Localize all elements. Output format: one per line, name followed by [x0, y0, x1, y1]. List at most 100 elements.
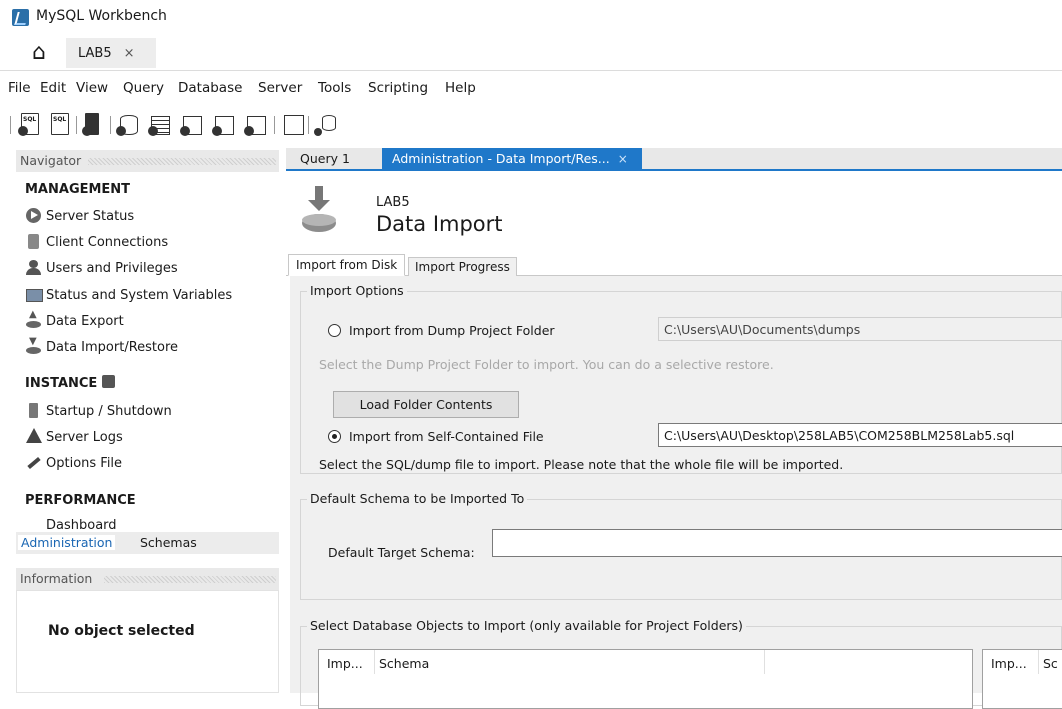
data-import-icon [26, 336, 41, 354]
nav-server-logs[interactable]: Server Logs [26, 426, 123, 448]
default-target-schema-label: Default Target Schema: [328, 545, 475, 560]
self-contained-file-radio[interactable] [328, 430, 341, 443]
client-connections-icon [28, 234, 39, 249]
schema-list-grid[interactable]: Imp... Schema [318, 649, 973, 709]
menu-database[interactable]: Database [178, 80, 242, 96]
nav-status-system-variables[interactable]: Status and System Variables [26, 284, 232, 306]
new-sql-tab-icon[interactable]: SQL [18, 111, 42, 137]
schema-objects-grid[interactable]: Imp... Sc [982, 649, 1062, 709]
header-grip [88, 158, 276, 165]
menu-help[interactable]: Help [445, 80, 476, 96]
navigator-header: Navigator [16, 150, 279, 172]
search-table-data-icon[interactable] [280, 111, 304, 137]
column-header-import[interactable]: Imp... [327, 656, 363, 671]
tab-administration-data-import[interactable]: Administration - Data Import/Res... × [382, 148, 642, 169]
mysql-workbench-logo-icon [12, 9, 29, 26]
startup-icon [29, 403, 38, 418]
menu-tools[interactable]: Tools [318, 80, 351, 96]
menu-file[interactable]: File [8, 80, 31, 96]
warning-icon [26, 428, 42, 443]
monitor-icon [26, 289, 43, 302]
column-header-schema[interactable]: Schema [379, 656, 429, 671]
instance-icon [102, 375, 116, 388]
menu-edit[interactable]: Edit [40, 80, 66, 96]
window-title-bar: MySQL Workbench [0, 0, 1062, 36]
open-inspector-icon[interactable] [82, 111, 106, 137]
tab-administration[interactable]: Administration [18, 535, 116, 550]
menu-query[interactable]: Query [123, 80, 164, 96]
information-panel: No object selected [16, 590, 279, 693]
document-tab-bar: Query 1 Administration - Data Import/Res… [286, 148, 1062, 171]
create-view-icon[interactable] [180, 111, 204, 137]
nav-server-status[interactable]: Server Status [26, 205, 134, 227]
dump-folder-path-input[interactable]: C:\Users\AU\Documents\dumps [658, 317, 1062, 341]
column-header-import[interactable]: Imp... [991, 656, 1027, 671]
nav-client-connections[interactable]: Client Connections [28, 231, 168, 253]
toolbar-separator [76, 116, 77, 134]
menu-bar: File Edit View Query Database Server Too… [0, 70, 1062, 107]
self-contained-file-path-input[interactable]: C:\Users\AU\Desktop\258LAB5\COM258BLM258… [658, 423, 1062, 447]
home-icon: ⌂ [32, 39, 46, 65]
nav-startup-shutdown[interactable]: Startup / Shutdown [29, 400, 172, 422]
nav-data-export[interactable]: Data Export [26, 309, 124, 332]
dump-folder-hint: Select the Dump Project Folder to import… [319, 357, 774, 372]
main-area: Query 1 Administration - Data Import/Res… [286, 144, 1062, 709]
default-target-schema-input[interactable] [492, 529, 1062, 557]
window-title: MySQL Workbench [36, 8, 167, 24]
import-from-disk-panel: Import Options Import from Dump Project … [290, 276, 1062, 709]
toolbar-separator [274, 116, 275, 134]
default-schema-legend: Default Schema to be Imported To [307, 491, 528, 506]
toolbar-separator [10, 116, 11, 134]
create-schema-icon[interactable] [116, 111, 140, 137]
column-header-schema-objects[interactable]: Sc [1043, 656, 1058, 671]
connection-tab-label: LAB5 [78, 45, 112, 61]
home-tab[interactable]: ⌂ [14, 36, 64, 68]
create-table-icon[interactable] [148, 111, 172, 137]
dump-folder-radio[interactable] [328, 324, 341, 337]
reconnect-icon[interactable] [314, 111, 338, 137]
open-sql-script-icon[interactable]: SQL [48, 111, 72, 137]
close-connection-tab-icon[interactable]: × [124, 46, 135, 61]
column-divider [1038, 650, 1039, 674]
menu-scripting[interactable]: Scripting [368, 80, 428, 96]
management-section-title: MANAGEMENT [25, 182, 131, 197]
nav-users-privileges[interactable]: Users and Privileges [26, 257, 178, 279]
tab-import-progress[interactable]: Import Progress [408, 257, 517, 276]
data-import-header-icon [302, 186, 338, 232]
create-function-icon[interactable] [244, 111, 268, 137]
connection-tab-lab5[interactable]: LAB5 × [66, 38, 156, 68]
navigator-tabs: Administration Schemas [16, 532, 279, 554]
database-objects-legend: Select Database Objects to Import (only … [307, 618, 746, 633]
menu-view[interactable]: View [76, 80, 108, 96]
server-status-icon [26, 208, 41, 223]
toolbar-separator [308, 116, 309, 134]
column-divider [374, 650, 375, 674]
tab-query-1[interactable]: Query 1 [290, 148, 360, 169]
navigator-title: Navigator [20, 153, 82, 168]
server-name: LAB5 [376, 195, 410, 210]
menu-server[interactable]: Server [258, 80, 302, 96]
database-objects-group: Select Database Objects to Import (only … [300, 618, 1062, 709]
nav-data-import-restore[interactable]: Data Import/Restore [26, 336, 178, 358]
wrench-icon [26, 455, 41, 470]
toolbar-separator [110, 116, 111, 134]
user-icon [26, 260, 41, 275]
import-subtabs: Import from Disk Import Progress [286, 254, 1062, 276]
tab-import-from-disk[interactable]: Import from Disk [288, 254, 406, 276]
information-header: Information [16, 568, 279, 590]
import-options-legend: Import Options [307, 283, 407, 298]
tab-schemas[interactable]: Schemas [140, 535, 197, 550]
create-procedure-icon[interactable] [212, 111, 236, 137]
data-export-icon [26, 309, 41, 328]
self-contained-file-hint: Select the SQL/dump file to import. Plea… [319, 457, 844, 472]
performance-section-title: PERFORMANCE [25, 493, 136, 508]
close-tab-icon[interactable]: × [618, 152, 628, 166]
page-title: Data Import [376, 212, 503, 236]
self-contained-file-label[interactable]: Import from Self-Contained File [349, 429, 544, 444]
nav-options-file[interactable]: Options File [46, 452, 122, 474]
no-object-selected-text: No object selected [48, 623, 195, 639]
load-folder-contents-button[interactable]: Load Folder Contents [333, 391, 519, 418]
column-divider [764, 650, 765, 674]
import-options-group: Import Options Import from Dump Project … [300, 283, 1062, 474]
dump-folder-label[interactable]: Import from Dump Project Folder [349, 323, 555, 338]
